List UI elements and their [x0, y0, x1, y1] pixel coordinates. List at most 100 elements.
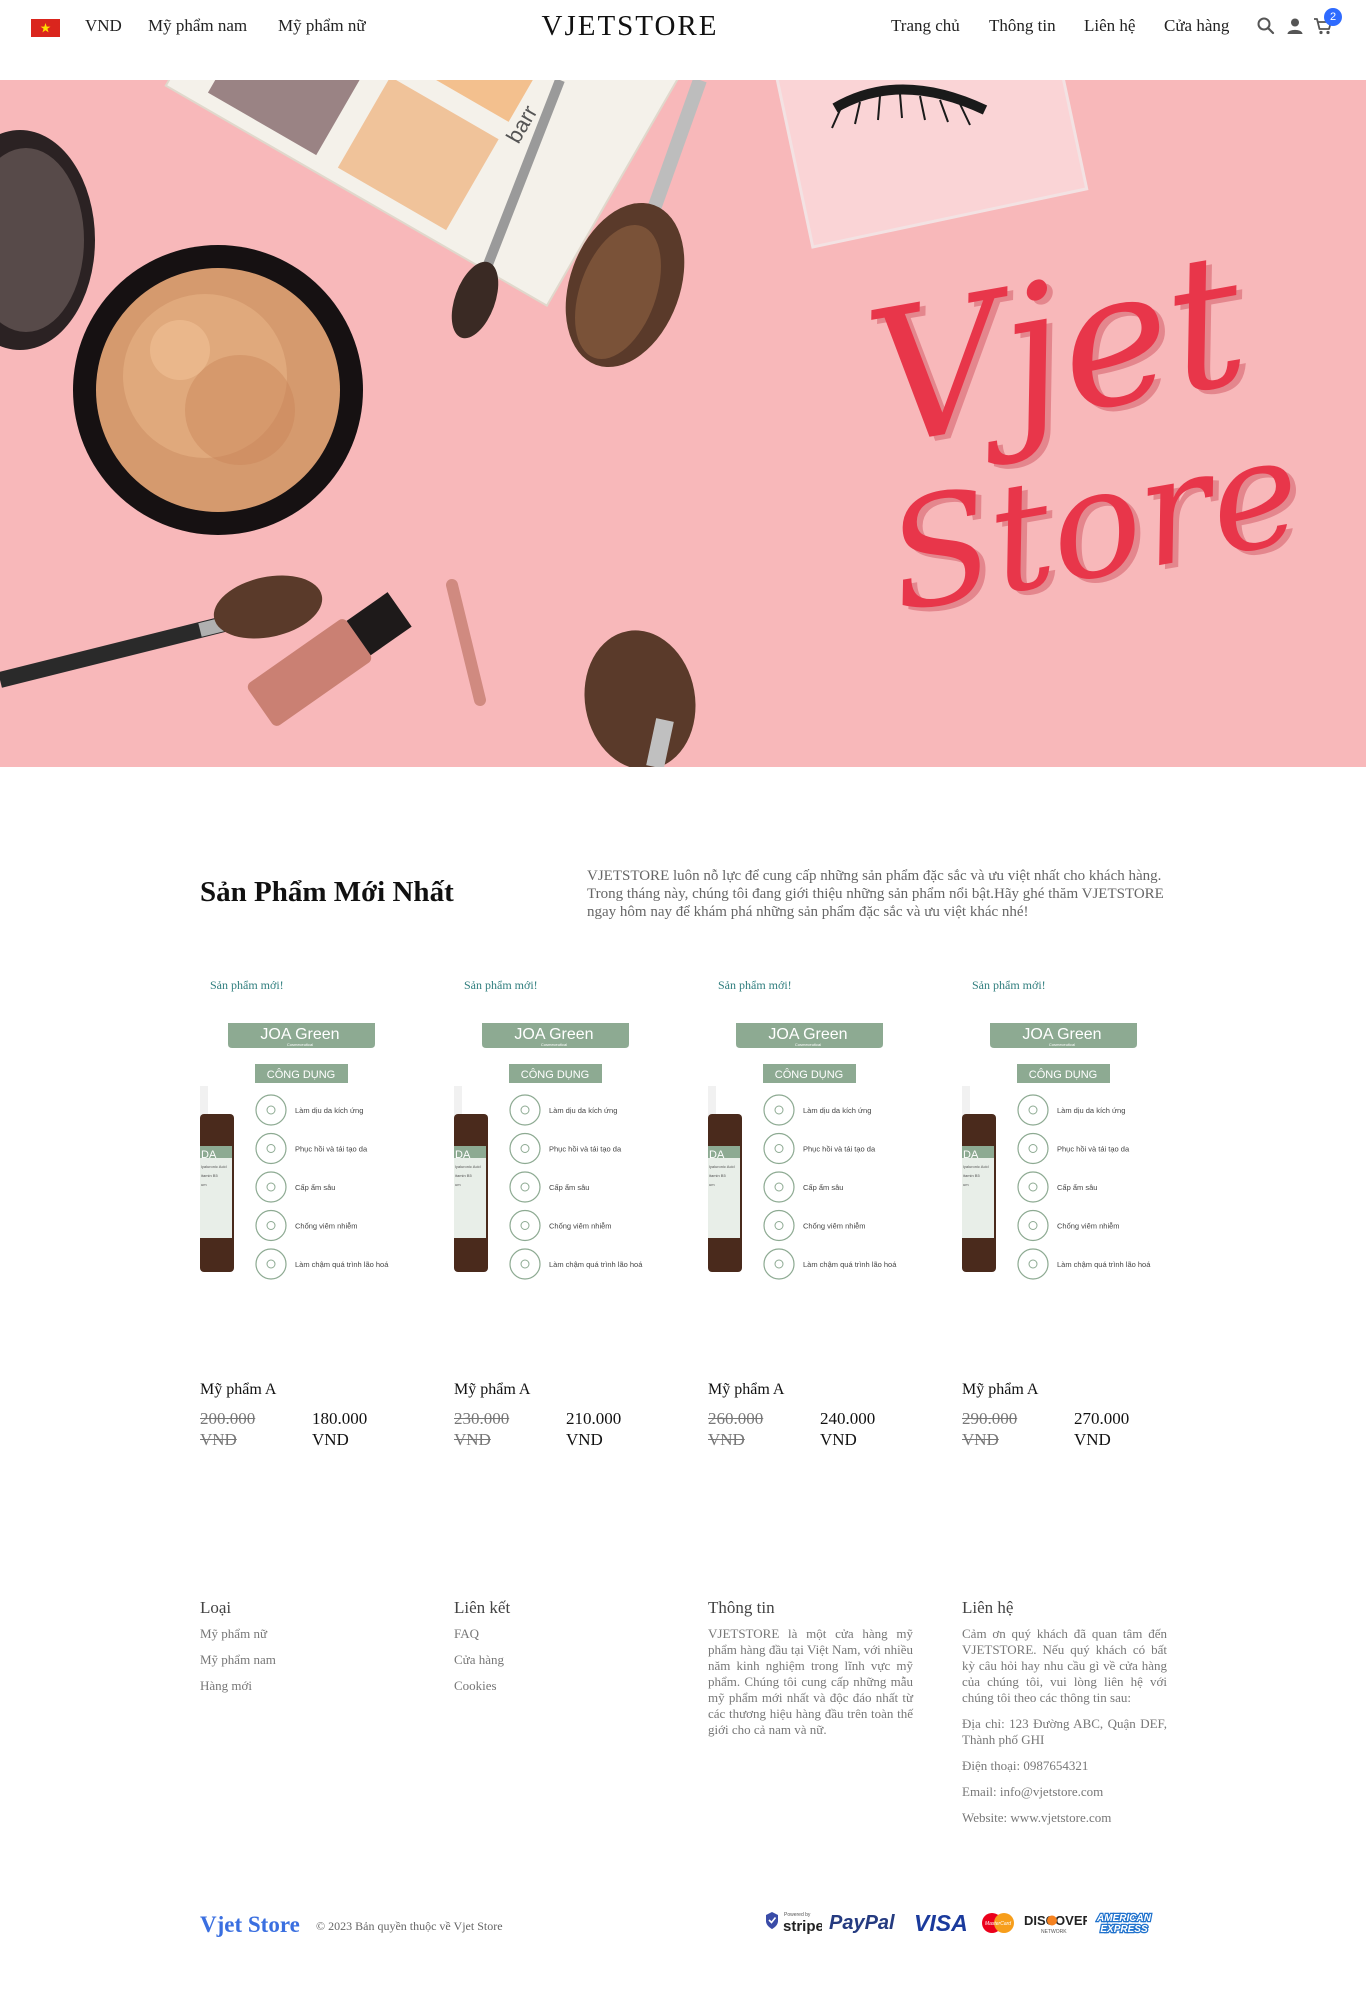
bottle-text: lyaluronic Acid [201, 1164, 227, 1169]
american-express-logo-icon: AMERICAN EXPRESS [1095, 1912, 1153, 1937]
product-packaging-image: JOA GreenCosmeceutical CÔNG DỤNG DA lyaluro… [708, 1006, 918, 1296]
section-description: VJETSTORE luôn nỗ lực để cung cấp những … [587, 868, 1164, 920]
benefits-heading: CÔNG DỤNG [267, 1068, 335, 1081]
product-image[interactable]: JOA Green Cosmeceutical CÔNG DỤNG DA lyaluro… [454, 1006, 664, 1296]
benefit-label: Phục hồi và tái tạo da [1057, 1145, 1130, 1154]
benefit-label: Cấp ẩm sâu [549, 1183, 589, 1192]
benefits-heading: CÔNG DỤNG [521, 1068, 589, 1081]
product-name[interactable]: Mỹ phẩm A [708, 1381, 784, 1399]
footer-contact-text: Cảm ơn quý khách đã quan tâm đến VJETSTO… [962, 1626, 1167, 1705]
product-old-price: 230.000 VND [454, 1409, 510, 1449]
new-product-badge: Sản phẩm mới! [464, 978, 538, 992]
footer-links: Liên kết FAQ Cửa hàng Cookies [454, 1598, 659, 1704]
benefit-label: Chống viêm nhiễm [295, 1222, 358, 1231]
product-card[interactable]: Sản phẩm mới! JOA Green Cosmeceutical CÔNG… [708, 976, 918, 1456]
svg-text:AMERICAN: AMERICAN [1096, 1913, 1152, 1924]
stripe-logo-icon: Powered by stripe [766, 1912, 822, 1935]
footer-categories: Loại Mỹ phẩm nữ Mỹ phẩm nam Hàng mới [200, 1598, 405, 1704]
product-packaging-image: JOA GreenCosmeceutical CÔNG DỤNG DA lyaluro… [200, 1006, 410, 1296]
product-image[interactable]: JOA Green Cosmeceutical CÔNG DỤNG DA lyaluro… [962, 1006, 1172, 1296]
product-new-price: 180.000 VND [312, 1409, 368, 1449]
benefit-label: Cấp ẩm sâu [295, 1183, 335, 1192]
product-card[interactable]: Sản phẩm mới! JOA Green Cosmeceutical CÔNG… [200, 976, 410, 1456]
bottle-text: lyaluronic Acid [963, 1164, 989, 1169]
svg-text:VISA: VISA [914, 1910, 968, 1936]
product-new-price: 240.000 VND [820, 1409, 876, 1449]
benefits-heading: CÔNG DỤNG [775, 1068, 843, 1081]
product-packaging-image: JOA GreenCosmeceutical CÔNG DỤNG DA lyaluro… [962, 1006, 1172, 1296]
bottle-text: itamin B5 [709, 1173, 726, 1178]
brand-label: JOA Green [768, 1026, 847, 1043]
benefits-heading: CÔNG DỤNG [1029, 1068, 1097, 1081]
svg-text:stripe: stripe [783, 1918, 822, 1935]
nav-link-contact[interactable]: Liên hệ [1084, 16, 1135, 36]
footer-brand[interactable]: Vjet Store [200, 1912, 300, 1938]
nav-link-shop[interactable]: Cửa hàng [1164, 16, 1229, 36]
footer-link-cookies[interactable]: Cookies [454, 1678, 659, 1694]
new-product-badge: Sản phẩm mới! [718, 978, 792, 992]
user-icon[interactable] [1285, 16, 1305, 36]
bottle-text: DA [201, 1149, 217, 1161]
product-old-price: 260.000 VND [708, 1409, 764, 1449]
footer-website[interactable]: Website: www.vjetstore.com [962, 1810, 1167, 1826]
footer-heading: Loại [200, 1598, 232, 1617]
new-product-badge: Sản phẩm mới! [210, 978, 284, 992]
bottle-text: itamin B5 [455, 1173, 472, 1178]
brand-sub-label: Cosmeceutical [795, 1042, 821, 1047]
copyright-text: © 2023 Bản quyền thuộc về Vjet Store [316, 1919, 503, 1933]
product-name[interactable]: Mỹ phẩm A [962, 1381, 1038, 1399]
svg-text:EXPRESS: EXPRESS [1100, 1924, 1148, 1935]
hero-banner: barr Vjet Vjet Store Store [0, 80, 1366, 767]
paypal-logo-icon: PayPal [829, 1912, 895, 1934]
benefit-label: Làm dịu da kích ứng [549, 1106, 617, 1115]
brand-label: JOA Green [1022, 1026, 1101, 1043]
footer-info: Thông tin VJETSTORE là một cửa hàng mỹ p… [708, 1598, 913, 1738]
footer-contact: Liên hệ Cảm ơn quý khách đã quan tâm đến… [962, 1598, 1167, 1826]
product-packaging-image: JOA GreenCosmeceutical CÔNG DỤNG DA lyaluro… [454, 1006, 664, 1296]
product-old-price: 290.000 VND [962, 1409, 1018, 1449]
product-old-price: 200.000 VND [200, 1409, 256, 1449]
product-name[interactable]: Mỹ phẩm A [200, 1381, 276, 1399]
cart-count-badge: 2 [1324, 8, 1342, 26]
footer-info-text: VJETSTORE là một cửa hàng mỹ phẩm hàng đ… [708, 1626, 913, 1737]
benefit-label: Làm dịu da kích ứng [295, 1106, 363, 1115]
bottle-text: um [201, 1182, 207, 1187]
footer-link-mens[interactable]: Mỹ phẩm nam [200, 1652, 405, 1668]
bottle-dropper [454, 1086, 462, 1116]
benefit-label: Phục hồi và tái tạo da [803, 1145, 876, 1154]
visa-logo-icon: VISA [914, 1910, 968, 1936]
benefit-label: Chống viêm nhiễm [1057, 1222, 1120, 1231]
benefit-label: Cấp ẩm sâu [803, 1183, 843, 1192]
site-logo[interactable]: VJETSTORE [0, 10, 1260, 43]
bottle-text: lyaluronic Acid [709, 1164, 735, 1169]
product-card[interactable]: Sản phẩm mới! JOA Green Cosmeceutical CÔNG… [962, 976, 1172, 1456]
bottle-text: um [455, 1182, 461, 1187]
footer-link-new[interactable]: Hàng mới [200, 1678, 405, 1694]
benefit-label: Làm chậm quá trình lão hoá [803, 1260, 897, 1269]
nav-link-about[interactable]: Thông tin [989, 16, 1056, 36]
bottle-text: itamin B5 [201, 1173, 218, 1178]
svg-text:NETWORK: NETWORK [1041, 1929, 1067, 1935]
product-new-price: 270.000 VND [1074, 1409, 1130, 1449]
benefit-label: Cấp ẩm sâu [1057, 1183, 1097, 1192]
svg-text:PayPal: PayPal [829, 1912, 895, 1934]
footer-email[interactable]: Email: info@vjetstore.com [962, 1784, 1167, 1800]
benefit-label: Chống viêm nhiễm [549, 1222, 612, 1231]
footer-phone[interactable]: Điện thoại: 0987654321 [962, 1758, 1167, 1774]
product-name[interactable]: Mỹ phẩm A [454, 1381, 530, 1399]
footer-link-womens[interactable]: Mỹ phẩm nữ [200, 1626, 405, 1642]
svg-text:MasterCard: MasterCard [985, 1921, 1011, 1927]
discover-logo-icon: DISCOVER NETWORK [1024, 1913, 1087, 1935]
footer-link-faq[interactable]: FAQ [454, 1626, 659, 1642]
new-product-badge: Sản phẩm mới! [972, 978, 1046, 992]
brand-label: JOA Green [514, 1026, 593, 1043]
product-image[interactable]: JOA Green Cosmeceutical CÔNG DỤNG DA lyaluro… [200, 1006, 410, 1296]
nav-link-home[interactable]: Trang chủ [891, 16, 960, 36]
product-card[interactable]: Sản phẩm mới! JOA Green Cosmeceutical CÔNG… [454, 976, 664, 1456]
site-header: VND Mỹ phẩm nam Mỹ phẩm nữ VJETSTORE Tra… [0, 0, 1366, 80]
section-title: Sản Phẩm Mới Nhất [200, 876, 454, 908]
product-image[interactable]: JOA Green Cosmeceutical CÔNG DỤNG DA lyaluro… [708, 1006, 918, 1296]
footer-link-shop[interactable]: Cửa hàng [454, 1652, 659, 1668]
benefit-label: Chống viêm nhiễm [803, 1222, 866, 1231]
search-icon[interactable] [1256, 16, 1276, 36]
